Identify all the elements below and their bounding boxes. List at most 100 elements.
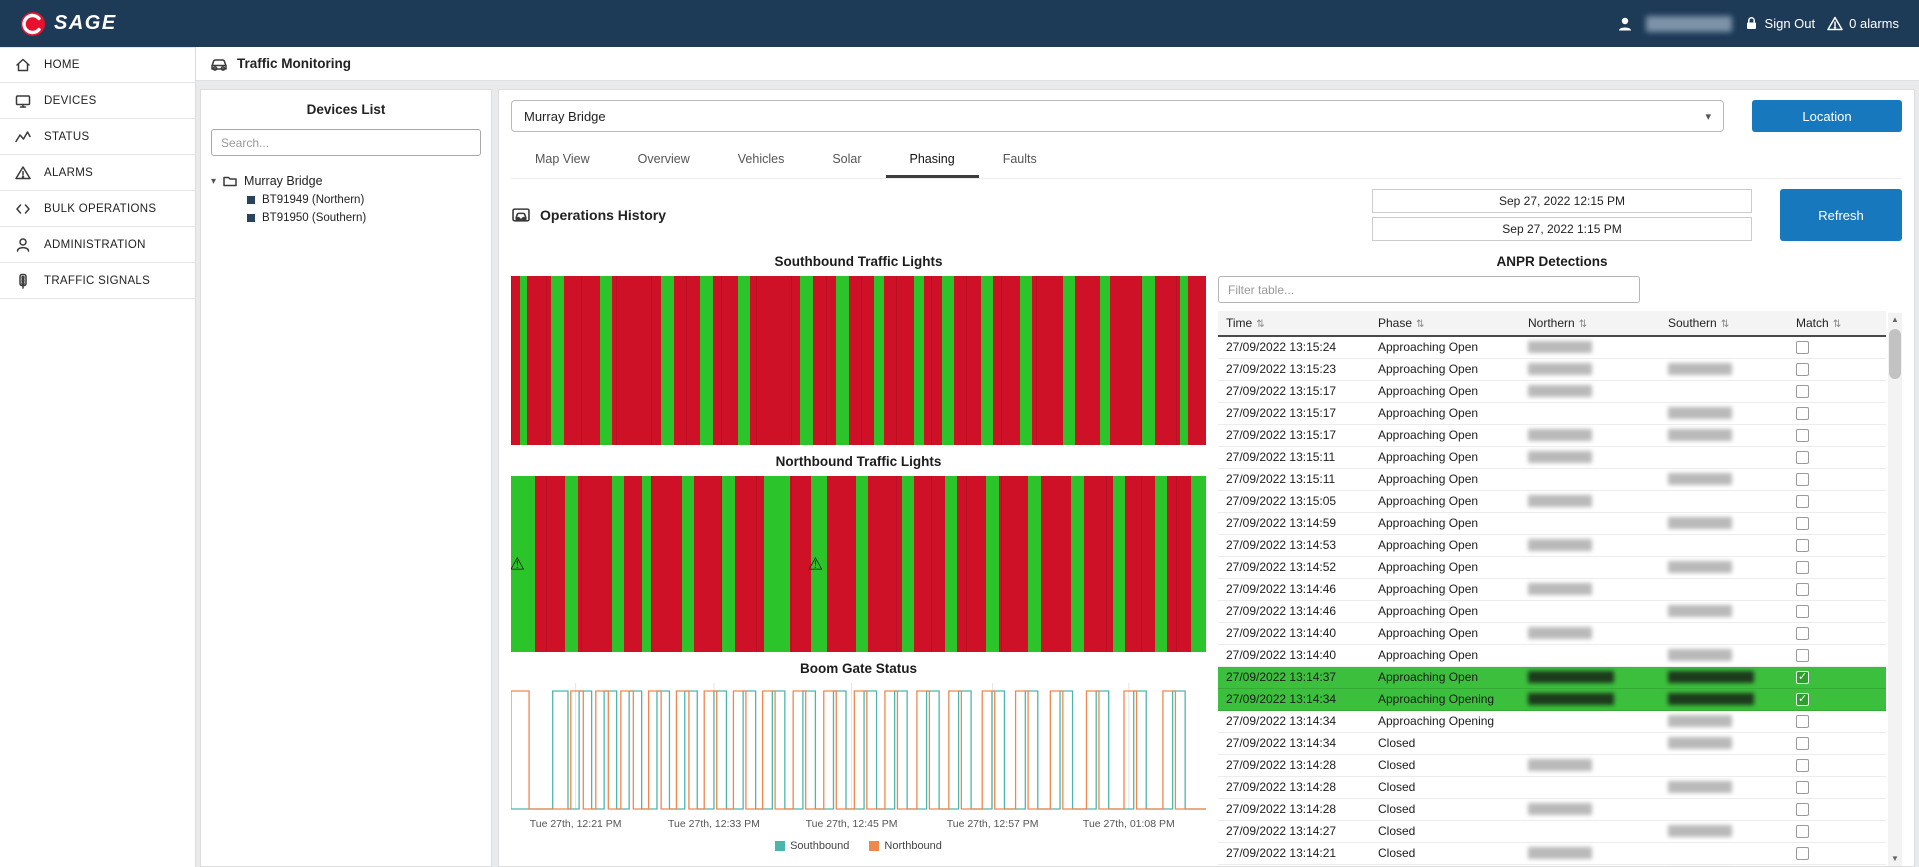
match-checkbox[interactable] <box>1796 803 1809 816</box>
table-row[interactable]: 27/09/2022 13:14:46Approaching Open <box>1218 600 1886 622</box>
tab-faults[interactable]: Faults <box>979 142 1061 178</box>
table-row[interactable]: 27/09/2022 13:14:28Closed <box>1218 776 1886 798</box>
table-row[interactable]: 27/09/2022 13:15:17Approaching Open <box>1218 402 1886 424</box>
match-checkbox[interactable] <box>1796 341 1809 354</box>
tab-vehicles[interactable]: Vehicles <box>714 142 809 178</box>
table-row[interactable]: 27/09/2022 13:15:17Approaching Open <box>1218 424 1886 446</box>
tree-node-bt91950[interactable]: BT91950 (Southern) <box>211 206 481 224</box>
scroll-down-arrow-icon[interactable]: ▼ <box>1888 852 1902 866</box>
match-checkbox[interactable] <box>1796 649 1809 662</box>
column-header-northern[interactable]: Northern⇅ <box>1520 311 1660 336</box>
location-button[interactable]: Location <box>1752 100 1902 132</box>
table-row[interactable]: 27/09/2022 13:14:59Approaching Open <box>1218 512 1886 534</box>
table-row[interactable]: 27/09/2022 13:15:24Approaching Open <box>1218 336 1886 358</box>
column-header-phase[interactable]: Phase⇅ <box>1370 311 1520 336</box>
table-row[interactable]: 27/09/2022 13:14:34Approaching Opening <box>1218 710 1886 732</box>
scrollbar-thumb[interactable] <box>1889 329 1901 379</box>
table-row[interactable]: 27/09/2022 13:14:28Closed <box>1218 754 1886 776</box>
tab-phasing[interactable]: Phasing <box>886 142 979 178</box>
anpr-panel: ANPR Detections Time⇅ Phase⇅ Northern⇅ S… <box>1218 245 1902 866</box>
tree-node-murray-bridge[interactable]: ▾ Murray Bridge <box>211 174 481 188</box>
cell-northern-plate <box>1520 666 1660 688</box>
table-row[interactable]: 27/09/2022 13:15:23Approaching Open <box>1218 358 1886 380</box>
date-from-input[interactable]: Sep 27, 2022 12:15 PM <box>1372 189 1752 213</box>
table-row[interactable]: 27/09/2022 13:14:34Closed <box>1218 732 1886 754</box>
table-row[interactable]: 27/09/2022 13:15:05Approaching Open <box>1218 490 1886 512</box>
device-node-icon <box>247 214 255 222</box>
table-row[interactable]: 27/09/2022 13:14:40Approaching Open <box>1218 644 1886 666</box>
alarm-warning-icon <box>1827 16 1843 31</box>
tab-overview[interactable]: Overview <box>614 142 714 178</box>
sidebar-item-home[interactable]: HOME <box>0 47 195 83</box>
match-checkbox[interactable] <box>1796 627 1809 640</box>
refresh-button[interactable]: Refresh <box>1780 189 1902 241</box>
table-row[interactable]: 27/09/2022 13:14:21Closed <box>1218 842 1886 864</box>
match-checkbox[interactable] <box>1796 693 1809 706</box>
cell-time: 27/09/2022 13:14:46 <box>1218 600 1370 622</box>
sidebar-item-administration[interactable]: ADMINISTRATION <box>0 227 195 263</box>
match-checkbox[interactable] <box>1796 605 1809 618</box>
cell-southern-plate <box>1660 424 1788 446</box>
match-checkbox[interactable] <box>1796 495 1809 508</box>
cell-northern-plate <box>1520 578 1660 600</box>
tree-collapse-caret-icon[interactable]: ▾ <box>211 176 216 187</box>
table-row[interactable]: 27/09/2022 13:15:11Approaching Open <box>1218 446 1886 468</box>
sidebar-item-devices[interactable]: DEVICES <box>0 83 195 119</box>
table-row[interactable]: 27/09/2022 13:14:53Approaching Open <box>1218 534 1886 556</box>
sign-out-button[interactable]: Sign Out <box>1744 16 1816 31</box>
date-to-input[interactable]: Sep 27, 2022 1:15 PM <box>1372 217 1752 241</box>
match-checkbox[interactable] <box>1796 385 1809 398</box>
table-row[interactable]: 27/09/2022 13:14:52Approaching Open <box>1218 556 1886 578</box>
tab-map-view[interactable]: Map View <box>511 142 614 178</box>
match-checkbox[interactable] <box>1796 451 1809 464</box>
location-select[interactable]: Murray Bridge ▾ <box>511 100 1724 132</box>
cell-southern-plate <box>1660 820 1788 842</box>
green-signal-segment <box>612 476 623 652</box>
table-row[interactable]: 27/09/2022 13:14:34Approaching Opening <box>1218 688 1886 710</box>
scroll-up-arrow-icon[interactable]: ▲ <box>1888 313 1902 327</box>
sidebar-item-traffic-signals[interactable]: TRAFFIC SIGNALS <box>0 263 195 299</box>
table-row[interactable]: 27/09/2022 13:14:27Closed <box>1218 820 1886 842</box>
sidebar-item-bulk-operations[interactable]: BULK OPERATIONS <box>0 191 195 227</box>
devices-search-input[interactable] <box>211 129 481 156</box>
cell-phase: Approaching Open <box>1370 534 1520 556</box>
match-checkbox[interactable] <box>1796 407 1809 420</box>
table-row[interactable]: 27/09/2022 13:14:37Approaching Open <box>1218 666 1886 688</box>
column-header-match[interactable]: Match⇅ <box>1788 311 1886 336</box>
tab-solar[interactable]: Solar <box>808 142 885 178</box>
match-checkbox[interactable] <box>1796 363 1809 376</box>
match-checkbox[interactable] <box>1796 583 1809 596</box>
column-header-time[interactable]: Time⇅ <box>1218 311 1370 336</box>
match-checkbox[interactable] <box>1796 847 1809 860</box>
table-row[interactable]: 27/09/2022 13:15:17Approaching Open <box>1218 380 1886 402</box>
match-checkbox[interactable] <box>1796 561 1809 574</box>
match-checkbox[interactable] <box>1796 781 1809 794</box>
anpr-scrollbar[interactable]: ▲ ▼ <box>1888 313 1902 866</box>
match-checkbox[interactable] <box>1796 539 1809 552</box>
user-avatar-icon <box>1616 15 1634 33</box>
table-row[interactable]: 27/09/2022 13:14:21Closed <box>1218 864 1886 866</box>
sidebar-item-status[interactable]: STATUS <box>0 119 195 155</box>
code-brackets-icon <box>14 201 32 217</box>
column-header-southern[interactable]: Southern⇅ <box>1660 311 1788 336</box>
match-checkbox[interactable] <box>1796 715 1809 728</box>
match-checkbox[interactable] <box>1796 473 1809 486</box>
alarms-indicator[interactable]: 0 alarms <box>1827 16 1899 31</box>
cell-time: 27/09/2022 13:14:40 <box>1218 644 1370 666</box>
cell-time: 27/09/2022 13:14:34 <box>1218 710 1370 732</box>
match-checkbox[interactable] <box>1796 759 1809 772</box>
match-checkbox[interactable] <box>1796 517 1809 530</box>
table-row[interactable]: 27/09/2022 13:14:46Approaching Open <box>1218 578 1886 600</box>
table-row[interactable]: 27/09/2022 13:15:11Approaching Open <box>1218 468 1886 490</box>
match-checkbox[interactable] <box>1796 429 1809 442</box>
anpr-filter-input[interactable] <box>1218 276 1640 303</box>
table-row[interactable]: 27/09/2022 13:14:28Closed <box>1218 798 1886 820</box>
table-row[interactable]: 27/09/2022 13:14:40Approaching Open <box>1218 622 1886 644</box>
match-checkbox[interactable] <box>1796 825 1809 838</box>
match-checkbox[interactable] <box>1796 671 1809 684</box>
sidebar: HOME DEVICES STATUS ALARMS <box>0 47 196 867</box>
brand-name: SAGE <box>54 12 117 35</box>
match-checkbox[interactable] <box>1796 737 1809 750</box>
sidebar-item-alarms[interactable]: ALARMS <box>0 155 195 191</box>
tree-node-bt91949[interactable]: BT91949 (Northern) <box>211 188 481 206</box>
